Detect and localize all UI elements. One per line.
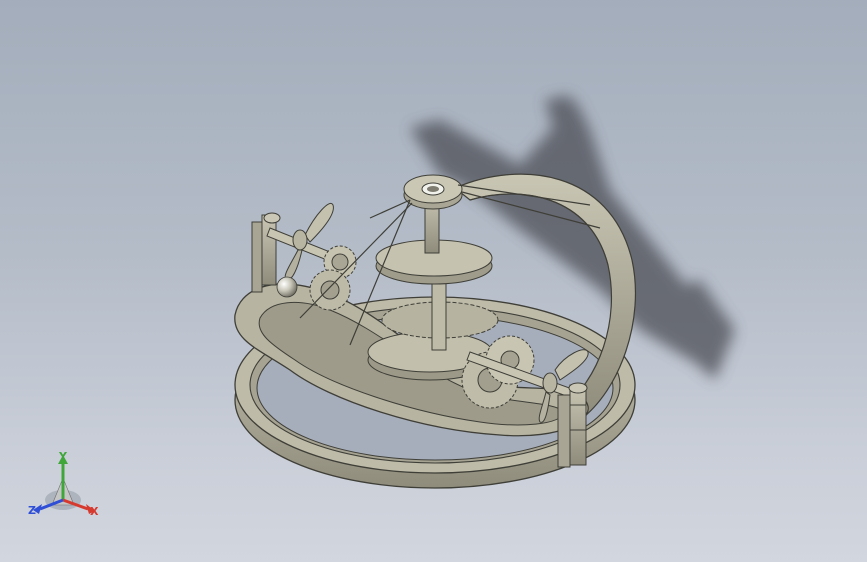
z-axis-label: Z [28,504,36,517]
x-axis-label: X [90,505,99,518]
model-view[interactable] [0,0,867,562]
steel-ball[interactable] [276,276,298,298]
right-support-bracket[interactable] [557,382,588,468]
central-column[interactable] [367,174,499,381]
y-axis-label: Y [59,450,67,463]
left-spur-gear[interactable] [309,269,351,311]
left-support-bracket[interactable] [251,212,281,293]
orientation-triad[interactable] [33,455,95,514]
graphics-viewport[interactable]: Y X Z [0,0,867,562]
